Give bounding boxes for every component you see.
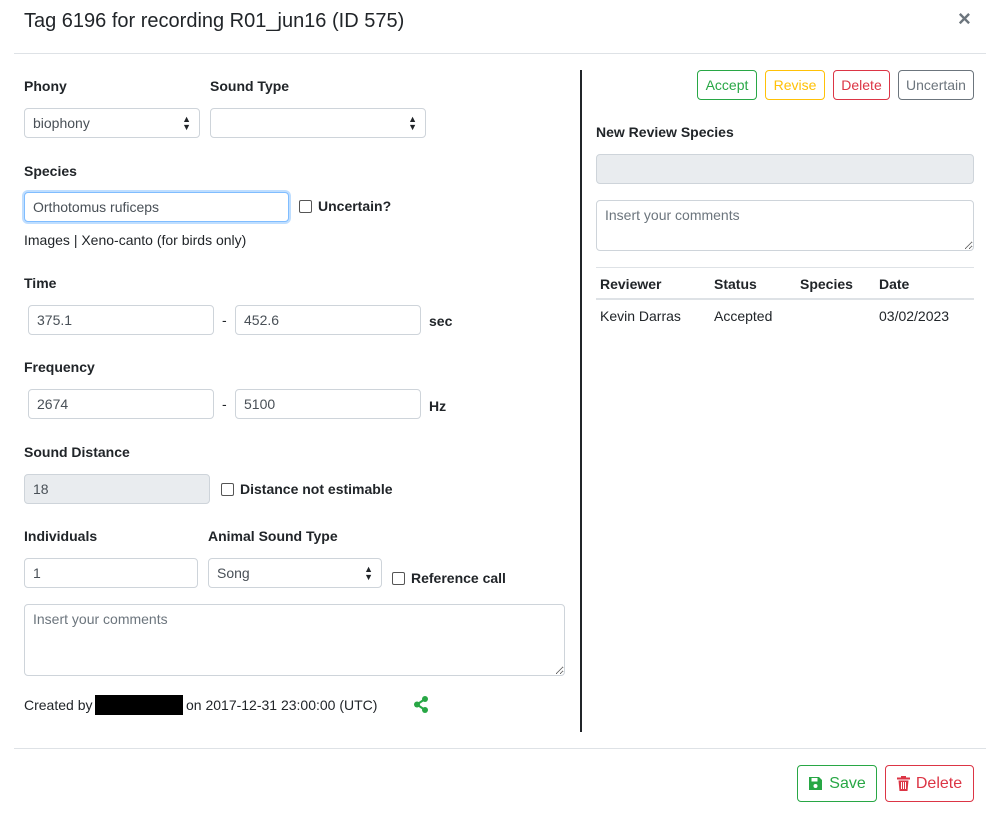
close-icon[interactable]: ×	[958, 8, 971, 30]
date-header: Date	[879, 276, 910, 292]
table-cell-status: Accepted	[714, 308, 773, 324]
review-table-top-border	[596, 267, 974, 268]
species-value: Orthotomus ruficeps	[33, 199, 160, 215]
links-separator: |	[73, 232, 78, 248]
distance-not-estimable-label: Distance not estimable	[240, 481, 393, 497]
individuals-input[interactable]: 1	[24, 558, 198, 588]
sound-distance-value: 18	[33, 481, 49, 497]
save-button[interactable]: Save	[797, 765, 877, 802]
time-max-value: 452.6	[244, 312, 280, 328]
redacted-creator	[95, 695, 183, 715]
created-by-prefix: Created by	[24, 697, 93, 713]
floppy-disk-icon	[809, 777, 823, 790]
frequency-unit: Hz	[429, 398, 447, 414]
animal-sound-type-select[interactable]: Song ▲ ▼	[208, 558, 382, 588]
table-cell-reviewer: Kevin Darras	[600, 308, 681, 324]
status-header: Status	[714, 276, 757, 292]
accept-button[interactable]: Accept	[697, 70, 757, 100]
share-icon[interactable]	[413, 696, 429, 713]
footer-divider	[14, 748, 986, 749]
species-uncertain-label: Uncertain?	[318, 198, 392, 214]
frequency-min-input[interactable]: 2674	[28, 389, 214, 419]
review-comments-textarea[interactable]	[596, 200, 974, 251]
frequency-dash: -	[222, 396, 227, 412]
new-review-species-label: New Review Species	[596, 124, 734, 140]
delete-label: Delete	[915, 774, 963, 792]
sound-type-label: Sound Type	[210, 78, 290, 94]
individuals-value: 1	[33, 565, 41, 581]
new-review-species-input[interactable]	[596, 154, 974, 184]
time-max-input[interactable]: 452.6	[235, 305, 421, 335]
tag-comments-textarea[interactable]	[24, 604, 565, 676]
phony-select[interactable]: biophony ▲ ▼	[24, 108, 200, 138]
review-delete-button[interactable]: Delete	[833, 70, 890, 100]
species-input[interactable]: Orthotomus ruficeps	[24, 192, 289, 222]
select-arrows-icon: ▲ ▼	[182, 114, 191, 132]
time-dash: -	[222, 312, 227, 328]
trash-icon	[896, 776, 910, 791]
save-label: Save	[829, 774, 866, 792]
column-divider	[580, 70, 582, 732]
frequency-max-input[interactable]: 5100	[235, 389, 421, 419]
images-link[interactable]: Images	[24, 232, 70, 248]
created-on-text: on 2017-12-31 23:00:00 (UTC)	[186, 697, 378, 713]
frequency-label: Frequency	[24, 359, 95, 375]
species-header: Species	[800, 276, 853, 292]
select-arrows-icon: ▲ ▼	[364, 564, 373, 582]
individuals-label: Individuals	[24, 528, 98, 544]
sound-distance-label: Sound Distance	[24, 444, 130, 460]
xeno-canto-link[interactable]: Xeno-canto (for birds only)	[81, 232, 246, 248]
time-unit: sec	[429, 313, 453, 329]
delete-button[interactable]: Delete	[885, 765, 974, 802]
phony-label: Phony	[24, 78, 67, 94]
revise-button[interactable]: Revise	[765, 70, 825, 100]
animal-sound-type-value: Song	[217, 565, 250, 581]
table-cell-date: 03/02/2023	[879, 308, 950, 324]
select-arrows-icon: ▲ ▼	[408, 114, 417, 132]
time-min-value: 375.1	[37, 312, 73, 328]
sound-distance-input[interactable]: 18	[24, 474, 210, 504]
time-min-input[interactable]: 375.1	[28, 305, 214, 335]
reference-call-label: Reference call	[411, 570, 506, 586]
frequency-max-value: 5100	[244, 396, 276, 412]
uncertain-button[interactable]: Uncertain	[898, 70, 974, 100]
modal-title: Tag 6196 for recording R01_jun16 (ID 575…	[24, 10, 405, 32]
frequency-min-value: 2674	[37, 396, 69, 412]
reviewer-header: Reviewer	[600, 276, 662, 292]
time-label: Time	[24, 275, 57, 291]
distance-not-estimable-checkbox[interactable]	[221, 483, 234, 496]
animal-sound-type-label: Animal Sound Type	[208, 528, 338, 544]
header-divider	[14, 53, 986, 54]
review-table-header-border	[596, 298, 974, 300]
reference-call-checkbox[interactable]	[392, 572, 405, 585]
sound-type-select[interactable]: ▲ ▼	[210, 108, 426, 138]
phony-value: biophony	[33, 115, 90, 131]
species-uncertain-checkbox[interactable]	[299, 200, 312, 213]
species-links: Images | Xeno-canto (for birds only)	[24, 232, 246, 248]
species-label: Species	[24, 163, 77, 179]
